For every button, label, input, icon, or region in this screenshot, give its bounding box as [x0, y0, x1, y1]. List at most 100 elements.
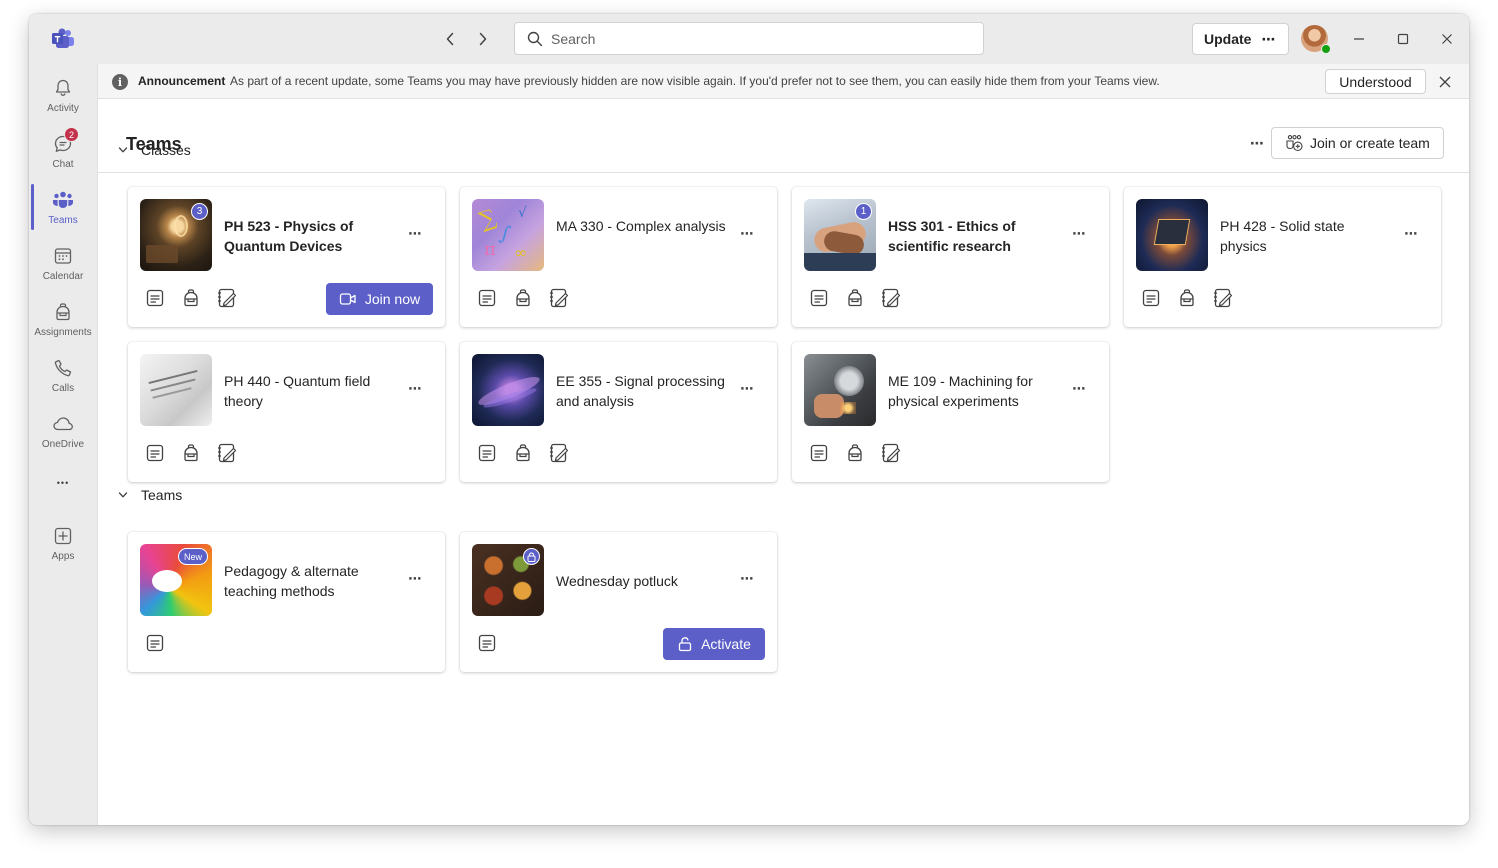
assignments-backpack-icon[interactable]: [180, 442, 202, 464]
grades-icon[interactable]: [216, 287, 238, 309]
card-tools: [1140, 287, 1234, 309]
more-options-icon[interactable]: ⋯: [736, 568, 758, 590]
card-tools: [144, 287, 238, 309]
team-name: EE 355 - Signal processing and analysis: [556, 373, 725, 409]
search-box[interactable]: [514, 22, 984, 55]
rail-item-assignments[interactable]: Assignments: [29, 294, 97, 346]
more-options-icon[interactable]: ⋯: [1246, 132, 1268, 154]
search-input[interactable]: [551, 30, 951, 47]
banner-message: As part of a recent update, some Teams y…: [230, 74, 1160, 88]
chat-unread-badge: 2: [64, 127, 79, 142]
class-notebook-icon[interactable]: [144, 442, 166, 464]
understood-button[interactable]: Understood: [1325, 69, 1426, 94]
join-now-button[interactable]: Join now: [326, 283, 433, 315]
rail-label: OneDrive: [41, 439, 85, 450]
class-notebook-icon[interactable]: [1140, 287, 1162, 309]
chevron-down-icon: [116, 488, 130, 502]
grades-icon[interactable]: [880, 287, 902, 309]
team-card-wednesday-potluck[interactable]: Wednesday potluck ⋯ Activate: [460, 532, 777, 672]
more-options-icon[interactable]: ⋯: [404, 223, 426, 245]
rail-item-onedrive[interactable]: OneDrive: [29, 406, 97, 458]
rail-item-apps[interactable]: Apps: [29, 518, 97, 570]
team-name: Pedagogy & alternate teaching methods: [224, 563, 359, 599]
class-notebook-icon[interactable]: [476, 287, 498, 309]
team-name: Wednesday potluck: [556, 573, 678, 589]
team-card-ma330[interactable]: ∑ ∫ π ∞ √ MA 330 - Complex analysis ⋯: [460, 187, 777, 327]
update-button[interactable]: Update ⋯: [1192, 23, 1289, 55]
minimize-icon[interactable]: [1347, 27, 1371, 51]
rail-label: Chat: [52, 159, 74, 170]
team-name: PH 440 - Quantum field theory: [224, 373, 371, 409]
team-card-ee355[interactable]: EE 355 - Signal processing and analysis …: [460, 342, 777, 482]
assignments-backpack-icon[interactable]: [512, 287, 534, 309]
class-notebook-icon[interactable]: [476, 632, 498, 654]
people-add-icon: [1286, 135, 1303, 152]
rail-item-teams[interactable]: Teams: [29, 182, 97, 234]
class-notebook-icon[interactable]: [476, 442, 498, 464]
more-options-icon[interactable]: ⋯: [1068, 378, 1090, 400]
assignments-backpack-icon[interactable]: [844, 442, 866, 464]
team-card-ph523[interactable]: 3 PH 523 - Physics of Quantum Devices ⋯ …: [128, 187, 445, 327]
more-options-icon[interactable]: ⋯: [736, 378, 758, 400]
team-card-me109[interactable]: ME 109 - Machining for physical experime…: [792, 342, 1109, 482]
banner-title: Announcement: [138, 74, 226, 88]
phone-icon: [51, 356, 75, 380]
section-classes-toggle[interactable]: Classes: [116, 142, 191, 158]
rail-label: Apps: [51, 551, 75, 562]
assignments-backpack-icon[interactable]: [844, 287, 866, 309]
rail-item-calendar[interactable]: Calendar: [29, 238, 97, 290]
team-thumbnail: [472, 544, 544, 616]
forward-arrow-icon[interactable]: [472, 28, 494, 50]
maximize-icon[interactable]: [1391, 27, 1415, 51]
team-thumbnail: 3: [140, 199, 212, 271]
lock-icon: [523, 548, 540, 565]
announcement-banner: i Announcement As part of a recent updat…: [98, 64, 1469, 99]
class-notebook-icon[interactable]: [144, 632, 166, 654]
rail-item-activity[interactable]: Activity: [29, 70, 97, 122]
close-window-icon[interactable]: [1435, 27, 1459, 51]
more-icon: •••: [56, 478, 70, 488]
rail-item-chat[interactable]: 2 Chat: [29, 126, 97, 178]
rail-item-calls[interactable]: Calls: [29, 350, 97, 402]
section-teams-toggle[interactable]: Teams: [116, 487, 182, 503]
more-options-icon[interactable]: ⋯: [1068, 223, 1090, 245]
update-more-icon[interactable]: ⋯: [1261, 31, 1276, 48]
grades-icon[interactable]: [1212, 287, 1234, 309]
grades-icon[interactable]: [548, 442, 570, 464]
more-options-icon[interactable]: ⋯: [736, 223, 758, 245]
grades-icon[interactable]: [216, 442, 238, 464]
team-card-hss301[interactable]: 1 HSS 301 - Ethics of scientific researc…: [792, 187, 1109, 327]
back-arrow-icon[interactable]: [439, 28, 461, 50]
team-name: ME 109 - Machining for physical experime…: [888, 373, 1033, 409]
assignments-backpack-icon[interactable]: [512, 442, 534, 464]
team-thumbnail: [804, 354, 876, 426]
assignments-backpack-icon[interactable]: [1176, 287, 1198, 309]
grades-icon[interactable]: [880, 442, 902, 464]
more-options-icon[interactable]: ⋯: [1400, 223, 1422, 245]
class-notebook-icon[interactable]: [144, 287, 166, 309]
activate-button[interactable]: Activate: [663, 628, 765, 660]
video-camera-icon: [339, 293, 356, 305]
team-card-ph440[interactable]: PH 440 - Quantum field theory ⋯: [128, 342, 445, 482]
class-notebook-icon[interactable]: [808, 287, 830, 309]
app-rail: Activity 2 Chat Teams Calendar Assignmen…: [29, 64, 97, 825]
team-card-ph428[interactable]: PH 428 - Solid state physics ⋯: [1124, 187, 1441, 327]
close-icon[interactable]: [1436, 73, 1454, 91]
rail-item-more[interactable]: •••: [29, 470, 97, 500]
more-options-icon[interactable]: ⋯: [404, 378, 426, 400]
add-apps-icon: [51, 524, 75, 548]
team-card-pedagogy[interactable]: New Pedagogy & alternate teaching method…: [128, 532, 445, 672]
notification-badge: 1: [855, 203, 872, 220]
team-name: PH 523 - Physics of Quantum Devices: [224, 218, 354, 254]
card-tools: [144, 632, 166, 654]
calendar-icon: [51, 244, 75, 268]
section-label: Classes: [141, 142, 191, 158]
team-thumbnail: ∑ ∫ π ∞ √: [472, 199, 544, 271]
teams-icon: [51, 188, 75, 212]
rail-label: Calls: [51, 383, 75, 394]
class-notebook-icon[interactable]: [808, 442, 830, 464]
grades-icon[interactable]: [548, 287, 570, 309]
assignments-backpack-icon[interactable]: [180, 287, 202, 309]
more-options-icon[interactable]: ⋯: [404, 568, 426, 590]
join-or-create-team-button[interactable]: Join or create team: [1271, 127, 1444, 159]
